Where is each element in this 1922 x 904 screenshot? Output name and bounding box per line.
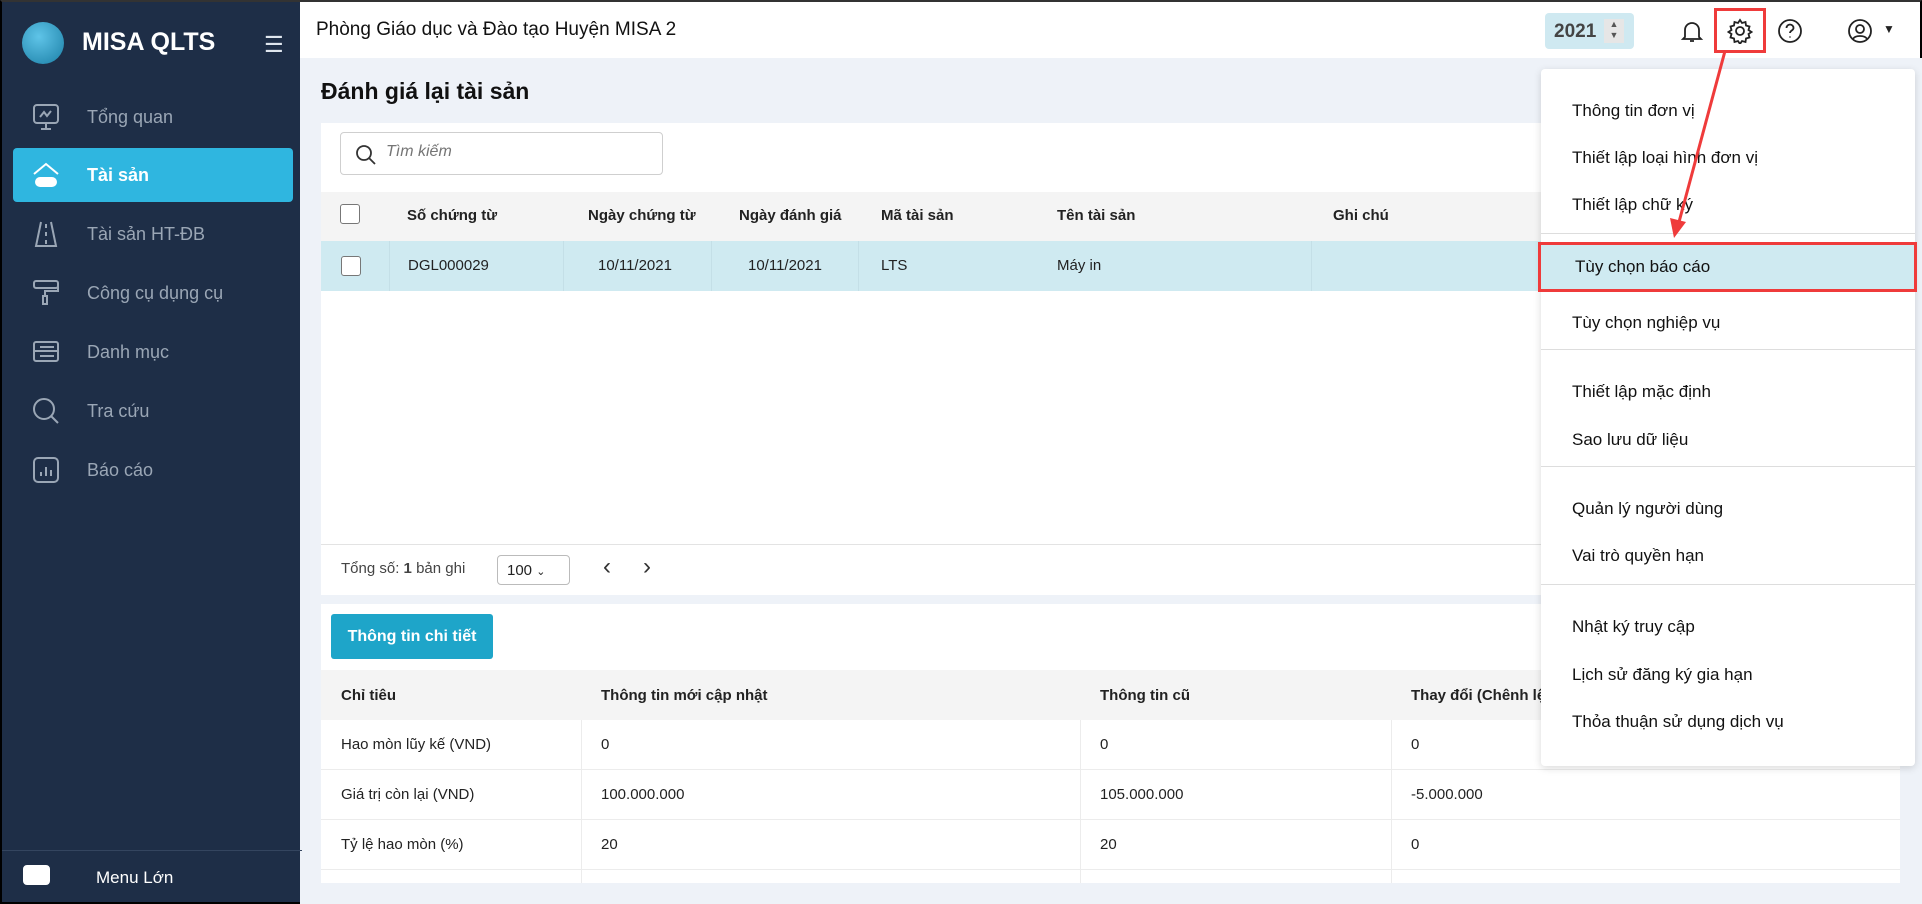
menu-item-user-management[interactable]: Quản lý người dùng [1541,487,1915,533]
search-icon [33,398,59,424]
sidebar-item-danh-muc[interactable]: Danh mục [13,325,293,379]
organization-name: Phòng Giáo dục và Đào tạo Huyện MISA 2 [316,19,677,40]
sidebar-item-label: Tài sản HT-ĐB [87,223,206,244]
top-header: Phòng Giáo dục và Đào tạo Huyện MISA 2 2… [300,0,1922,58]
list-icon [33,341,59,362]
year-value: 2021 [1554,21,1597,42]
column-header[interactable]: Số chứng từ [407,207,497,224]
monitor-icon [33,104,59,130]
hamburger-menu-icon[interactable]: ☰ [264,32,284,58]
detail-row [321,870,1900,883]
cell-document-number: DGL000029 [408,257,489,274]
divider [321,544,1561,545]
sidebar-item-tai-san[interactable]: Tài sản [13,148,293,202]
page-title: Đánh giá lại tài sản [321,78,530,104]
settings-dropdown-menu: Thông tin đơn vị Thiết lập loại hình đơn… [1538,69,1917,766]
menu-item-access-log[interactable]: Nhật ký truy cập [1541,605,1915,651]
cell-asset-code: LTS [881,257,908,274]
menu-item-terms[interactable]: Thỏa thuận sử dụng dịch vụ [1541,700,1915,746]
column-header: Thông tin mới cập nhật [601,687,768,704]
detail-info-tab[interactable]: Thông tin chi tiết [331,614,493,659]
brand-name: MISA QLTS [82,28,216,56]
user-avatar-icon[interactable] [1847,18,1873,44]
menu-item-roles[interactable]: Vai trò quyền hạn [1541,534,1915,580]
sidebar-item-label: Tổng quan [87,106,174,127]
cell-asset-name: Máy in [1057,257,1102,274]
sidebar-item-label: Công cụ dụng cụ [87,282,224,303]
sidebar-item-label: Tài sản [87,164,150,185]
total-records: Tổng số: 1 bản ghi [341,560,466,577]
menu-item-unit-info[interactable]: Thông tin đơn vị [1541,89,1915,135]
menu-item-renewal-history[interactable]: Lịch sử đăng ký gia hạn [1541,653,1915,699]
page-size-select[interactable]: 100 ⌄ [497,555,570,585]
column-header[interactable]: Ngày chứng từ [588,207,696,224]
cell-document-date: 10/11/2021 [598,257,672,274]
gear-icon[interactable] [1727,18,1753,44]
chevron-down-icon: ⌄ [536,566,546,578]
prev-page-button[interactable]: ‹ [603,553,611,581]
search-icon [356,145,376,165]
menu-item-backup[interactable]: Sao lưu dữ liệu [1541,418,1915,464]
sidebar-item-bao-cao[interactable]: Báo cáo [13,443,293,497]
sidebar-item-tai-san-ht-db[interactable]: Tài sản HT-ĐB [13,207,293,261]
row-checkbox[interactable] [341,256,361,276]
menu-item-defaults[interactable]: Thiết lập mặc định [1541,370,1915,416]
logo-icon [22,22,64,64]
year-selector[interactable]: 2021 ▲ ▼ [1545,13,1634,49]
sidebar: MISA QLTS ☰ Tổng quan Tài sản Tài sản HT… [0,0,302,904]
column-header[interactable]: Ghi chú [1333,207,1389,224]
chart-icon [33,457,59,483]
menu-item-report-options[interactable]: Tùy chọn báo cáo [1538,242,1917,292]
table-header: Số chứng từ Ngày chứng từ Ngày đánh giá … [321,192,1561,241]
select-all-checkbox[interactable] [340,204,360,224]
bell-icon[interactable] [1679,18,1705,44]
sidebar-item-cong-cu[interactable]: Công cụ dụng cụ [13,266,293,320]
sidebar-item-tong-quan[interactable]: Tổng quan [13,90,293,144]
column-header[interactable]: Tên tài sản [1057,207,1135,224]
paint-roller-icon [33,280,59,305]
next-page-button[interactable]: › [643,553,651,581]
detail-row: Tỷ lệ hao mòn (%) 20 20 0 [321,820,1900,870]
cell-revaluation-date: 10/11/2021 [748,257,822,274]
column-header: Chỉ tiêu [341,687,396,704]
divider [2,850,302,851]
menu-toggle-icon[interactable] [23,865,50,885]
sidebar-item-tra-cuu[interactable]: Tra cứu [13,384,293,438]
road-icon [34,221,58,247]
menu-item-unit-type[interactable]: Thiết lập loại hình đơn vị [1541,136,1915,182]
search-input[interactable] [386,143,646,161]
sidebar-item-label: Danh mục [87,341,170,362]
house-car-icon [33,162,59,187]
column-header: Thay đổi (Chênh lệ [1411,687,1546,704]
column-header[interactable]: Ngày đánh giá [739,207,842,224]
caret-down-icon[interactable]: ▼ [1883,22,1895,36]
sidebar-item-label: Tra cứu [87,400,150,421]
sidebar-item-label: Báo cáo [87,459,154,480]
search-box[interactable] [340,132,663,175]
column-header[interactable]: Mã tài sản [881,207,954,224]
menu-item-signature[interactable]: Thiết lập chữ ký [1541,183,1915,229]
menu-size-toggle[interactable]: Menu Lớn [96,868,173,888]
column-header: Thông tin cũ [1100,687,1190,704]
help-icon[interactable] [1777,18,1803,44]
table-row[interactable]: DGL000029 10/11/2021 10/11/2021 LTS Máy … [321,241,1561,291]
menu-item-business-options[interactable]: Tùy chọn nghiệp vụ [1541,301,1915,347]
detail-row: Giá trị còn lại (VND) 100.000.000 105.000.… [321,770,1900,820]
spinner-icon[interactable]: ▲ ▼ [1604,19,1624,43]
